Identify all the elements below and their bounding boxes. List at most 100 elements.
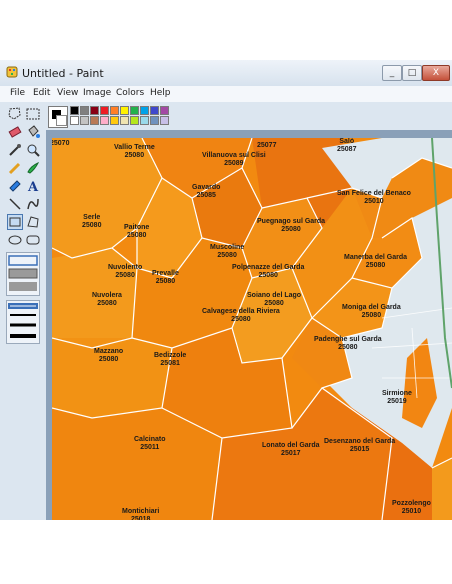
map-label: Bedizzole 25081 bbox=[154, 352, 186, 368]
palette-swatch[interactable] bbox=[80, 106, 89, 115]
postal-code: 25089 bbox=[224, 160, 244, 167]
palette-swatch[interactable] bbox=[100, 106, 109, 115]
municipality-name: Serle bbox=[83, 214, 101, 221]
palette-swatch[interactable] bbox=[70, 106, 79, 115]
palette-swatch[interactable] bbox=[130, 106, 139, 115]
palette-swatch[interactable] bbox=[160, 116, 169, 125]
municipality-name: Paitone bbox=[124, 224, 150, 231]
postal-code: 25015 bbox=[349, 446, 370, 453]
map-label: Mazzano 25080 bbox=[94, 348, 123, 364]
brush-icon[interactable] bbox=[25, 160, 41, 176]
minimize-button[interactable]: _ bbox=[382, 65, 402, 81]
rounded-rect-icon[interactable] bbox=[25, 232, 41, 248]
fill-style-options[interactable] bbox=[6, 252, 40, 296]
map-label: San Felice del Benaco 25010 bbox=[337, 190, 411, 206]
menu-colors[interactable]: Colors bbox=[116, 88, 144, 98]
postal-code: 25070 bbox=[52, 140, 70, 147]
map-label: Manerba del Garda 25080 bbox=[344, 254, 407, 270]
magnifier-icon[interactable] bbox=[25, 142, 41, 158]
paint-app-icon bbox=[6, 66, 18, 78]
map-label: Paitone 25080 bbox=[124, 224, 149, 240]
palette-swatch[interactable] bbox=[90, 116, 99, 125]
palette-swatch[interactable] bbox=[130, 116, 139, 125]
text-icon[interactable]: A bbox=[25, 178, 41, 194]
municipality-name: Desenzano del Garda bbox=[324, 438, 396, 445]
postal-code: 25010 bbox=[401, 508, 422, 515]
palette-swatch[interactable] bbox=[150, 116, 159, 125]
postal-code: 25010 bbox=[364, 198, 384, 205]
palette-swatch[interactable] bbox=[70, 116, 79, 125]
map-label: Pozzolengo 25010 bbox=[392, 500, 431, 516]
ellipse-icon[interactable] bbox=[7, 232, 23, 248]
palette-swatch[interactable] bbox=[140, 116, 149, 125]
palette-swatch[interactable] bbox=[140, 106, 149, 115]
palette-swatch[interactable] bbox=[90, 106, 99, 115]
title-bar[interactable]: Untitled - Paint _ □ X bbox=[0, 60, 452, 87]
menu-bar: File Edit View Image Colors Help bbox=[0, 86, 452, 103]
map-label: Padenghe sul Garda 25080 bbox=[314, 336, 382, 352]
postal-code: 25081 bbox=[160, 360, 180, 367]
postal-code: 25085 bbox=[196, 192, 216, 199]
fill-bucket-icon[interactable] bbox=[25, 124, 41, 140]
map-label: Vallio Terme 25080 bbox=[114, 144, 155, 160]
drawing-canvas[interactable]: 25070Vallio Terme25080Villanuova sul Cli… bbox=[52, 138, 452, 520]
airbrush-icon[interactable] bbox=[7, 178, 23, 194]
polygon-icon[interactable] bbox=[25, 214, 41, 230]
menu-view[interactable]: View bbox=[57, 88, 78, 98]
maximize-button[interactable]: □ bbox=[402, 65, 422, 81]
close-button[interactable]: X bbox=[422, 65, 450, 81]
palette-swatch[interactable] bbox=[150, 106, 159, 115]
palette-swatch[interactable] bbox=[110, 116, 119, 125]
canvas-area: 25070Vallio Terme25080Villanuova sul Cli… bbox=[46, 130, 452, 520]
municipality-name: Soiano del Lago bbox=[247, 292, 302, 299]
municipality-name: Salò bbox=[339, 138, 355, 145]
municipality-name: Pozzolengo bbox=[392, 500, 431, 507]
map-label: Salò 25087 bbox=[337, 138, 356, 154]
map-label: Gavardo 25085 bbox=[192, 184, 220, 200]
map-label: Sirmione 25019 bbox=[382, 390, 412, 406]
postal-code: 25017 bbox=[281, 450, 301, 457]
menu-edit[interactable]: Edit bbox=[33, 88, 50, 98]
map-label: 25077 bbox=[257, 142, 276, 150]
municipality-name: Manerba del Garda bbox=[344, 254, 408, 261]
window-title: Untitled - Paint bbox=[22, 67, 104, 80]
rect-select-icon[interactable] bbox=[25, 106, 41, 122]
palette-swatch[interactable] bbox=[110, 106, 119, 115]
municipality-name: Padenghe sul Garda bbox=[314, 336, 382, 343]
palette-swatch[interactable] bbox=[120, 116, 129, 125]
postal-code: 25080 bbox=[231, 316, 251, 323]
line-icon[interactable] bbox=[7, 196, 23, 212]
free-select-icon[interactable] bbox=[7, 106, 23, 122]
color-palette bbox=[46, 102, 452, 131]
curve-icon[interactable] bbox=[25, 196, 41, 212]
map-label: Puegnago sul Garda 25080 bbox=[257, 218, 325, 234]
map-label: Prevalle 25080 bbox=[152, 270, 179, 286]
palette-swatch[interactable] bbox=[80, 116, 89, 125]
postal-code: 25080 bbox=[338, 344, 358, 351]
line-width-options[interactable] bbox=[6, 300, 40, 344]
eraser-icon[interactable] bbox=[7, 124, 23, 140]
municipality-name: San Felice del Benaco bbox=[337, 190, 411, 197]
rectangle-icon[interactable] bbox=[7, 214, 23, 230]
palette-swatch[interactable] bbox=[120, 106, 129, 115]
map-label: Calvagese della Riviera 25080 bbox=[202, 308, 280, 324]
municipality-name: Calvagese della Riviera bbox=[202, 308, 280, 315]
color-picker-icon[interactable] bbox=[7, 142, 23, 158]
municipality-name: Puegnago sul Garda bbox=[257, 218, 326, 225]
postal-code: 25080 bbox=[258, 272, 278, 279]
municipality-name: Polpenazze del Garda bbox=[232, 264, 305, 271]
palette-swatch[interactable] bbox=[100, 116, 109, 125]
postal-code: 25080 bbox=[365, 262, 386, 269]
municipality-name: Sirmione bbox=[382, 390, 412, 397]
postal-code: 25077 bbox=[257, 142, 277, 149]
menu-file[interactable]: File bbox=[10, 88, 25, 98]
menu-help[interactable]: Help bbox=[150, 88, 171, 98]
current-colors[interactable] bbox=[48, 106, 68, 128]
palette-swatch[interactable] bbox=[160, 106, 169, 115]
municipality-name: Gavardo bbox=[192, 184, 221, 191]
pencil-icon[interactable] bbox=[7, 160, 23, 176]
municipality-name: Nuvolera bbox=[92, 292, 122, 299]
map-label: Moniga del Garda 25080 bbox=[342, 304, 401, 320]
menu-image[interactable]: Image bbox=[83, 88, 111, 98]
postal-code: 25080 bbox=[217, 252, 237, 259]
